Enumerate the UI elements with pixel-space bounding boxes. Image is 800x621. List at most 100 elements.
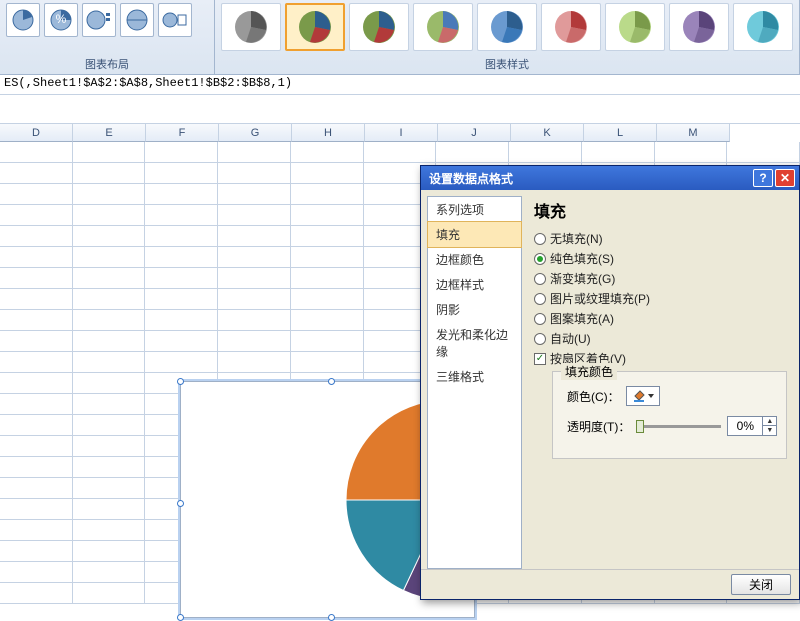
cell[interactable] [73,394,146,415]
cell[interactable] [291,352,364,373]
chart-style-5[interactable] [477,3,537,51]
cell[interactable] [291,205,364,226]
chart-style-4[interactable] [413,3,473,51]
dialog-nav-item[interactable]: 三维格式 [428,364,521,389]
cell[interactable] [218,352,291,373]
cell[interactable] [218,142,291,163]
cell[interactable] [218,268,291,289]
close-icon[interactable]: ✕ [775,169,795,187]
cell[interactable] [73,142,146,163]
cell[interactable] [291,268,364,289]
chart-style-9[interactable] [733,3,793,51]
cell[interactable] [0,205,73,226]
chart-style-2[interactable] [285,3,345,51]
cell[interactable] [0,268,73,289]
cell[interactable] [218,226,291,247]
cell[interactable] [509,142,582,163]
cell[interactable] [145,247,218,268]
cell[interactable] [0,142,73,163]
cell[interactable] [0,289,73,310]
cell[interactable] [145,205,218,226]
cell[interactable] [73,457,146,478]
cell[interactable] [145,142,218,163]
cell[interactable] [0,226,73,247]
fill-radio[interactable]: 自动(U) [534,330,787,347]
fill-radio[interactable]: 图片或纹理填充(P) [534,290,787,307]
fill-radio[interactable]: 无填充(N) [534,230,787,247]
cell[interactable] [218,205,291,226]
chart-layout-2[interactable]: % [44,3,78,37]
cell[interactable] [73,499,146,520]
transparency-spinner[interactable]: 0% ▲▼ [727,416,777,436]
cell[interactable] [145,310,218,331]
cell[interactable] [0,331,73,352]
dialog-nav-item[interactable]: 边框样式 [428,272,521,297]
cell[interactable] [73,268,146,289]
cell[interactable] [0,352,73,373]
cell[interactable] [0,520,73,541]
cell[interactable] [145,268,218,289]
cell[interactable] [218,310,291,331]
cell[interactable] [73,478,146,499]
transparency-slider[interactable] [636,425,721,428]
column-header[interactable]: J [438,124,511,142]
column-header[interactable]: I [365,124,438,142]
cell[interactable] [727,142,800,163]
cell[interactable] [655,142,728,163]
cell[interactable] [582,142,655,163]
fill-radio[interactable]: 图案填充(A) [534,310,787,327]
cell[interactable] [0,310,73,331]
cell[interactable] [73,331,146,352]
fill-radio[interactable]: 渐变填充(G) [534,270,787,287]
cell[interactable] [73,415,146,436]
cell[interactable] [145,184,218,205]
dialog-nav-item[interactable]: 阴影 [428,297,521,322]
chart-style-7[interactable] [605,3,665,51]
cell[interactable] [218,163,291,184]
cell[interactable] [73,520,146,541]
dialog-nav-item[interactable]: 发光和柔化边缘 [428,322,521,364]
color-picker-button[interactable] [626,386,660,406]
cell[interactable] [291,142,364,163]
cell[interactable] [436,142,509,163]
cell[interactable] [73,583,146,604]
cell[interactable] [145,352,218,373]
cell[interactable] [291,163,364,184]
cell[interactable] [291,289,364,310]
dialog-nav-item[interactable]: 填充 [427,221,522,248]
column-header[interactable]: G [219,124,292,142]
cell[interactable] [218,247,291,268]
cell[interactable] [73,289,146,310]
chart-style-8[interactable] [669,3,729,51]
chart-layout-5[interactable] [158,3,192,37]
column-header[interactable]: D [0,124,73,142]
cell[interactable] [291,184,364,205]
chart-style-6[interactable] [541,3,601,51]
cell[interactable] [73,436,146,457]
cell[interactable] [0,436,73,457]
cell[interactable] [73,352,146,373]
chart-style-3[interactable] [349,3,409,51]
cell[interactable] [291,247,364,268]
dialog-nav-item[interactable]: 边框颜色 [428,247,521,272]
chart-layout-1[interactable] [6,3,40,37]
cell[interactable] [291,310,364,331]
column-header[interactable]: F [146,124,219,142]
formula-bar[interactable]: ES(,Sheet1!$A$2:$A$8,Sheet1!$B$2:$B$8,1) [0,75,800,95]
help-button[interactable]: ? [753,169,773,187]
chart-layout-4[interactable] [120,3,154,37]
cell[interactable] [291,226,364,247]
spin-down[interactable]: ▼ [763,426,776,435]
cell[interactable] [0,541,73,562]
cell[interactable] [73,184,146,205]
cell[interactable] [0,457,73,478]
cell[interactable] [0,373,73,394]
cell[interactable] [218,289,291,310]
cell[interactable] [0,247,73,268]
cell[interactable] [0,415,73,436]
cell[interactable] [73,226,146,247]
chart-layout-3[interactable] [82,3,116,37]
column-header[interactable]: L [584,124,657,142]
cell[interactable] [145,226,218,247]
cell[interactable] [0,184,73,205]
